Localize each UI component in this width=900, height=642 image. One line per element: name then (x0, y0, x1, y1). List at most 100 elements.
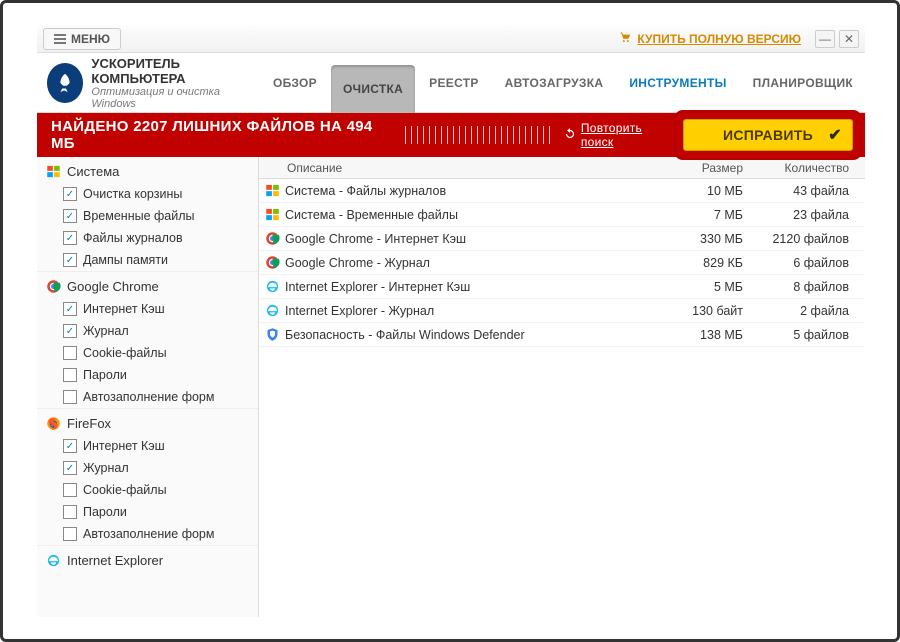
row-size: 10 МБ (655, 184, 755, 198)
sidebar-item[interactable]: Интернет Кэш (37, 298, 258, 320)
sidebar-item[interactable]: Временные файлы (37, 205, 258, 227)
table-row[interactable]: Google Chrome - Интернет Кэш330 МБ2120 ф… (259, 227, 865, 251)
shield-icon (259, 327, 285, 342)
checkbox[interactable] (63, 187, 77, 201)
sidebar[interactable]: Система Очистка корзиныВременные файлыФай… (37, 157, 259, 617)
row-desc: Google Chrome - Журнал (285, 256, 655, 270)
status-ruler-decor (405, 126, 553, 144)
sidebar-group-label: Internet Explorer (67, 553, 163, 568)
checkbox[interactable] (63, 439, 77, 453)
table-row[interactable]: Internet Explorer - Интернет Кэш5 МБ8 фа… (259, 275, 865, 299)
checkbox[interactable] (63, 461, 77, 475)
table-body[interactable]: Система - Файлы журналов10 МБ43 файлаСис… (259, 179, 865, 617)
col-count[interactable]: Количество (755, 161, 865, 175)
results-panel: Описание Размер Количество Система - Фай… (259, 157, 865, 617)
row-desc: Internet Explorer - Интернет Кэш (285, 280, 655, 294)
checkbox[interactable] (63, 390, 77, 404)
buy-label: КУПИТЬ ПОЛНУЮ ВЕРСИЮ (637, 32, 801, 46)
sidebar-item[interactable]: Пароли (37, 501, 258, 523)
sidebar-group-firefox[interactable]: FireFox (37, 409, 258, 435)
sidebar-item[interactable]: Журнал (37, 320, 258, 342)
sidebar-item-label: Пароли (83, 505, 127, 519)
sidebar-item[interactable]: Файлы журналов (37, 227, 258, 249)
sidebar-group-ie[interactable]: Internet Explorer (37, 546, 258, 572)
checkbox[interactable] (63, 324, 77, 338)
chrome-icon (259, 231, 285, 246)
table-row[interactable]: Google Chrome - Журнал829 КБ6 файлов (259, 251, 865, 275)
ie-icon (259, 303, 285, 318)
sidebar-item[interactable]: Cookie-файлы (37, 479, 258, 501)
windows-icon (259, 207, 285, 222)
minimize-button[interactable]: — (815, 30, 835, 48)
menu-label: МЕНЮ (71, 32, 110, 46)
table-row[interactable]: Система - Временные файлы7 МБ23 файла (259, 203, 865, 227)
row-size: 5 МБ (655, 280, 755, 294)
checkbox[interactable] (63, 302, 77, 316)
logo-title: УСКОРИТЕЛЬ КОМПЬЮТЕРА (91, 56, 261, 86)
table-row[interactable]: Безопасность - Файлы Windows Defender138… (259, 323, 865, 347)
sidebar-item-label: Пароли (83, 368, 127, 382)
checkbox[interactable] (63, 253, 77, 267)
row-size: 130 байт (655, 304, 755, 318)
row-size: 829 КБ (655, 256, 755, 270)
sidebar-item[interactable]: Cookie-файлы (37, 342, 258, 364)
sidebar-group-windows[interactable]: Система (37, 157, 258, 183)
sidebar-item-label: Интернет Кэш (83, 439, 165, 453)
windows-icon (259, 183, 285, 198)
sidebar-group-label: Google Chrome (67, 279, 159, 294)
checkbox[interactable] (63, 505, 77, 519)
nav-registry[interactable]: РЕЕСТР (417, 53, 491, 112)
nav-startup[interactable]: АВТОЗАГРУЗКА (493, 53, 616, 112)
refresh-icon (563, 127, 577, 144)
nav-scheduler[interactable]: ПЛАНИРОВЩИК (741, 53, 865, 112)
ie-icon (45, 552, 61, 568)
nav-tools[interactable]: ИНСТРУМЕНТЫ (617, 53, 738, 112)
sidebar-item[interactable]: Очистка корзины (37, 183, 258, 205)
checkbox[interactable] (63, 346, 77, 360)
sidebar-item[interactable]: Автозаполнение форм (37, 523, 258, 545)
logo-subtitle: Оптимизация и очистка Windows (91, 86, 261, 110)
sidebar-item[interactable]: Автозаполнение форм (37, 386, 258, 408)
table-row[interactable]: Система - Файлы журналов10 МБ43 файла (259, 179, 865, 203)
sidebar-item[interactable]: Журнал (37, 457, 258, 479)
windows-icon (45, 163, 61, 179)
app-logo: УСКОРИТЕЛЬ КОМПЬЮТЕРА Оптимизация и очис… (47, 56, 261, 110)
col-size[interactable]: Размер (655, 161, 755, 175)
sidebar-item[interactable]: Дампы памяти (37, 249, 258, 271)
sidebar-item[interactable]: Пароли (37, 364, 258, 386)
checkbox[interactable] (63, 527, 77, 541)
nav-clean[interactable]: ОЧИСТКА (331, 65, 415, 113)
status-text: НАЙДЕНО 2207 ЛИШНИХ ФАЙЛОВ НА 494 МБ (51, 118, 397, 152)
menu-button[interactable]: МЕНЮ (43, 28, 121, 50)
row-desc: Google Chrome - Интернет Кэш (285, 232, 655, 246)
checkbox[interactable] (63, 209, 77, 223)
sidebar-group-label: Система (67, 164, 119, 179)
buy-full-version-link[interactable]: КУПИТЬ ПОЛНУЮ ВЕРСИЮ (617, 30, 801, 47)
row-count: 2120 файлов (755, 232, 865, 246)
row-count: 5 файлов (755, 328, 865, 342)
sidebar-item-label: Журнал (83, 461, 129, 475)
table-row[interactable]: Internet Explorer - Журнал130 байт2 файл… (259, 299, 865, 323)
row-size: 330 МБ (655, 232, 755, 246)
row-desc: Система - Временные файлы (285, 208, 655, 222)
repeat-search-link[interactable]: Повторить поиск (563, 121, 677, 149)
checkbox[interactable] (63, 231, 77, 245)
row-count: 8 файлов (755, 280, 865, 294)
cart-icon (617, 30, 633, 47)
checkbox[interactable] (63, 483, 77, 497)
sidebar-group-chrome[interactable]: Google Chrome (37, 272, 258, 298)
sidebar-item-label: Журнал (83, 324, 129, 338)
repeat-label: Повторить поиск (581, 121, 677, 149)
row-desc: Безопасность - Файлы Windows Defender (285, 328, 655, 342)
sidebar-group-label: FireFox (67, 416, 111, 431)
sidebar-item[interactable]: Интернет Кэш (37, 435, 258, 457)
sidebar-item-label: Интернет Кэш (83, 302, 165, 316)
nav-overview[interactable]: ОБЗОР (261, 53, 329, 112)
close-button[interactable]: ✕ (839, 30, 859, 48)
fix-button-highlight: ИСПРАВИТЬ ✔ (677, 113, 859, 157)
fix-button[interactable]: ИСПРАВИТЬ ✔ (683, 119, 853, 151)
checkbox[interactable] (63, 368, 77, 382)
col-desc[interactable]: Описание (259, 161, 655, 175)
fix-label: ИСПРАВИТЬ (723, 127, 813, 143)
sidebar-item-label: Автозаполнение форм (83, 390, 214, 404)
